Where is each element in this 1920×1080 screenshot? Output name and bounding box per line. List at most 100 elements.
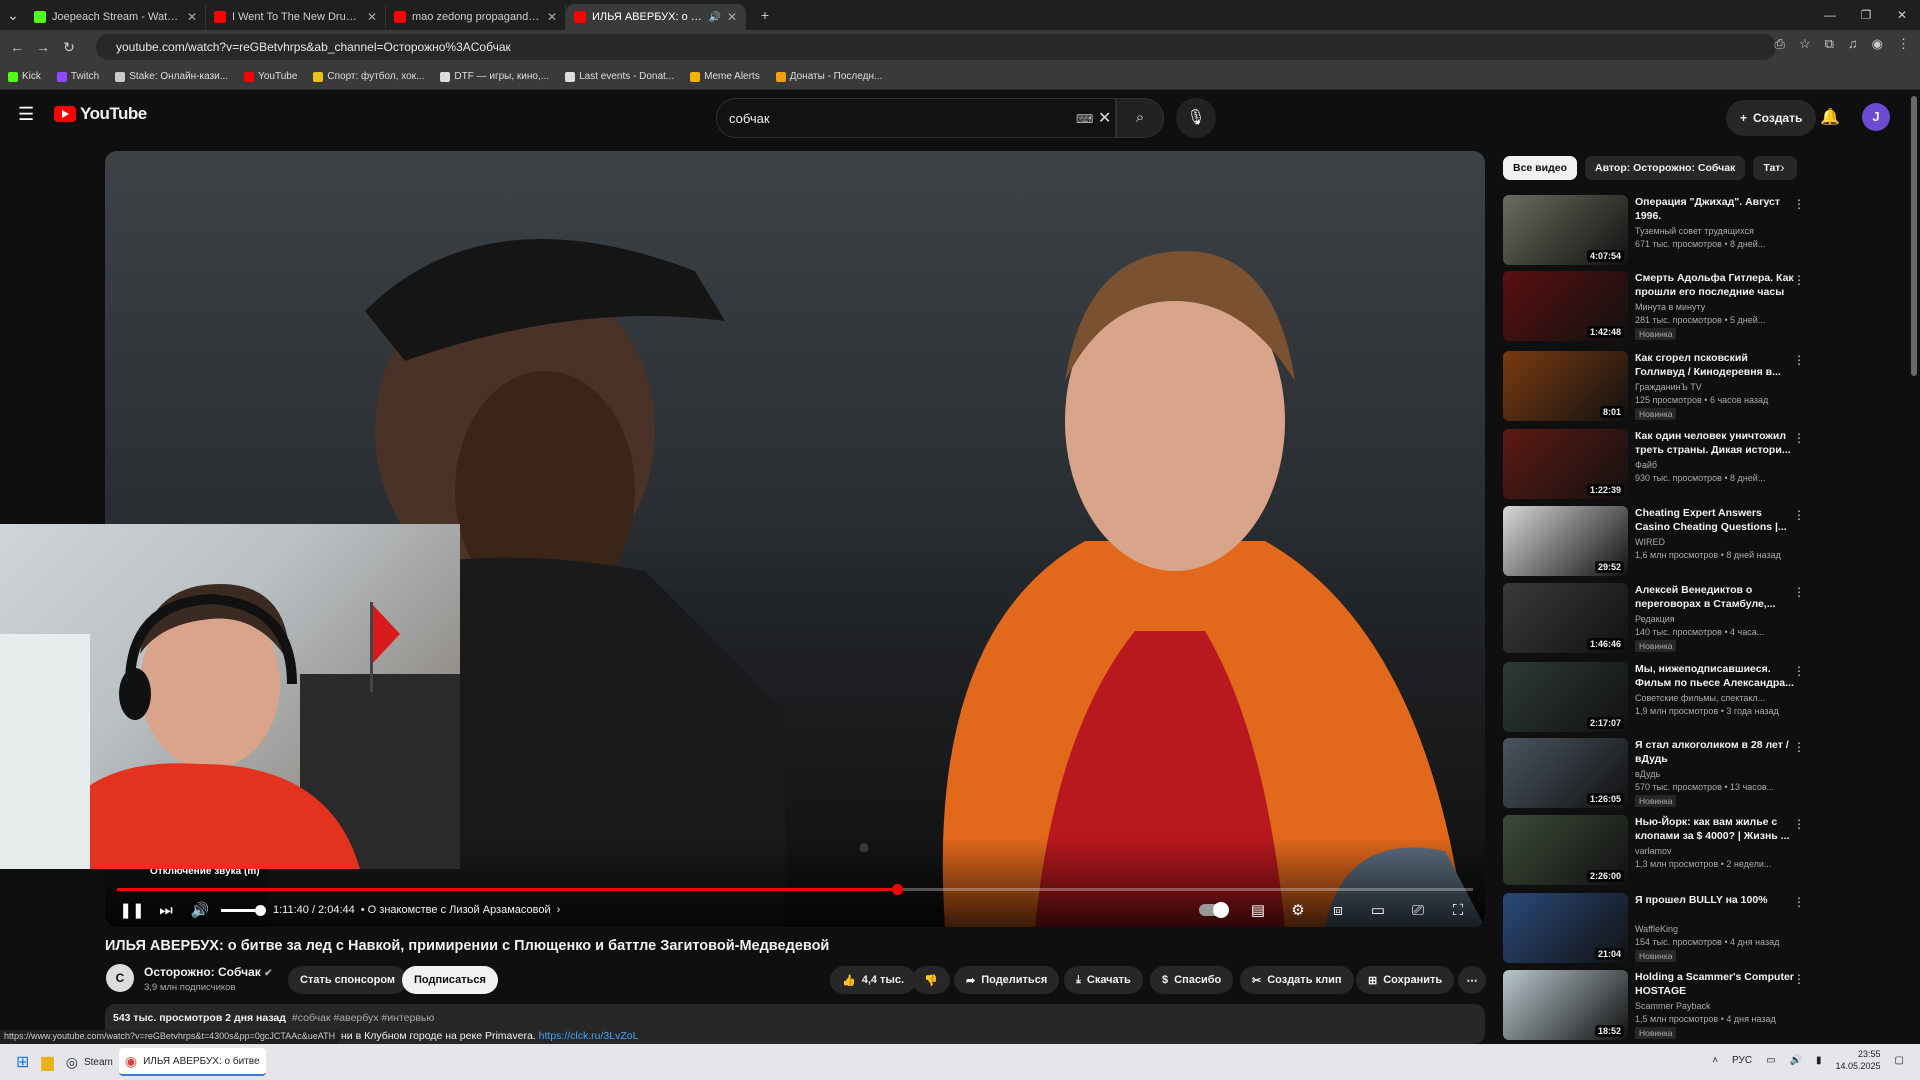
notifications-bell-icon[interactable]: 🔔: [1820, 107, 1840, 127]
browser-tab[interactable]: I Went To The New Drug Capita✕: [206, 4, 386, 30]
description-link[interactable]: https://clck.ru/3LvZoL: [539, 1030, 639, 1042]
sponsor-button[interactable]: Стать спонсором: [288, 966, 408, 994]
recommended-video[interactable]: 1:22:39 Как один человек уничтожил треть …: [1503, 429, 1903, 503]
recommended-video-title[interactable]: Операция "Джихад". Август 1996.: [1635, 195, 1795, 223]
channel-avatar[interactable]: С: [106, 964, 134, 992]
recommended-video-channel[interactable]: varlamov: [1635, 846, 1672, 856]
chip-all-videos[interactable]: Все видео: [1503, 156, 1578, 180]
more-vertical-icon[interactable]: ⋮: [1793, 817, 1805, 831]
forward-icon[interactable]: →: [30, 39, 56, 55]
search-button[interactable]: ⌕: [1116, 98, 1164, 138]
bookmark-item[interactable]: YouTube: [244, 71, 297, 82]
tab-search-icon[interactable]: ⌄: [0, 7, 26, 24]
recommended-video-title[interactable]: Cheating Expert Answers Casino Cheating …: [1635, 506, 1795, 534]
recommended-video[interactable]: 18:52 Holding a Scammer's Computer HOSTAG…: [1503, 970, 1903, 1044]
close-window-icon[interactable]: ✕: [1884, 0, 1920, 30]
recommended-video[interactable]: 1:46:46 Алексей Венедиктов о переговорах …: [1503, 583, 1903, 657]
subscribe-button[interactable]: Подписаться: [402, 966, 498, 994]
hamburger-menu-icon[interactable]: ☰: [18, 104, 34, 125]
network-icon[interactable]: ▭: [1766, 1055, 1775, 1066]
theater-mode-icon[interactable]: ▭: [1361, 901, 1395, 919]
recommended-video-title[interactable]: Я стал алкоголиком в 28 лет / вДудь: [1635, 738, 1795, 766]
fullscreen-icon[interactable]: ⛶: [1441, 902, 1475, 919]
more-vertical-icon[interactable]: ⋮: [1793, 431, 1805, 445]
more-vertical-icon[interactable]: ⋮: [1793, 664, 1805, 678]
recommended-video-channel[interactable]: Минута в минуту: [1635, 302, 1705, 312]
autoplay-toggle[interactable]: [1199, 902, 1229, 918]
thanks-button[interactable]: $ Спасибо: [1150, 966, 1234, 994]
clock[interactable]: 23:55 14.05.2025: [1836, 1048, 1881, 1072]
recommended-video-title[interactable]: Как сгорел псковский Голливуд / Кинодере…: [1635, 351, 1795, 379]
bookmark-item[interactable]: Kick: [8, 71, 41, 82]
video-thumbnail[interactable]: 1:22:39: [1503, 429, 1628, 499]
bookmark-item[interactable]: DTF — игры, кино,...: [440, 71, 549, 82]
more-vertical-icon[interactable]: ⋮: [1793, 197, 1805, 211]
recommended-video[interactable]: 1:26:05 Я стал алкоголиком в 28 лет / вДу…: [1503, 738, 1903, 812]
recommended-video-channel[interactable]: WaffleKing: [1635, 924, 1678, 934]
recommended-video[interactable]: 21:04 Я прошел BULLY на 100% WaffleKing 154…: [1503, 893, 1903, 967]
reload-icon[interactable]: ↻: [56, 39, 82, 56]
install-app-icon[interactable]: ⎙: [1775, 36, 1785, 52]
close-tab-icon[interactable]: ✕: [547, 10, 557, 24]
page-scrollbar[interactable]: [1911, 96, 1917, 376]
progress-bar[interactable]: [117, 884, 1473, 895]
taskbar-chrome[interactable]: ◉ ИЛЬЯ АВЕРБУХ: о битве: [118, 1048, 266, 1076]
bookmark-item[interactable]: Meme Alerts: [690, 71, 760, 82]
back-icon[interactable]: ←: [4, 39, 30, 55]
video-thumbnail[interactable]: 2:26:00: [1503, 815, 1628, 885]
recommended-video-channel[interactable]: Файб: [1635, 460, 1657, 470]
keyboard-icon[interactable]: ⌨: [1076, 112, 1093, 126]
volume-icon[interactable]: 🔊: [183, 901, 217, 919]
recommended-video[interactable]: 29:52 Cheating Expert Answers Casino Chea…: [1503, 506, 1903, 580]
download-button[interactable]: ⤓ Скачать: [1064, 966, 1143, 994]
recommended-video-title[interactable]: Holding a Scammer's Computer HOSTAGE: [1635, 970, 1795, 998]
menu-icon[interactable]: ⋮: [1897, 36, 1910, 52]
recommended-video-channel[interactable]: Советские фильмы, спектакл...: [1635, 693, 1765, 703]
bookmark-item[interactable]: Спорт: футбол, хок...: [313, 71, 424, 82]
more-vertical-icon[interactable]: ⋮: [1793, 972, 1805, 986]
taskbar-steam[interactable]: ◎ Steam: [60, 1048, 119, 1076]
chip-related[interactable]: Тат: [1753, 156, 1798, 180]
minimize-icon[interactable]: —: [1812, 0, 1848, 30]
more-vertical-icon[interactable]: ⋮: [1793, 740, 1805, 754]
video-thumbnail[interactable]: 1:26:05: [1503, 738, 1628, 808]
close-tab-icon[interactable]: ✕: [187, 10, 197, 24]
video-thumbnail[interactable]: 29:52: [1503, 506, 1628, 576]
browser-tab[interactable]: Joepeach Stream - Watch Live✕: [26, 4, 206, 30]
clear-search-icon[interactable]: ✕: [1098, 108, 1111, 128]
more-vertical-icon[interactable]: ⋮: [1793, 508, 1805, 522]
volume-tray-icon[interactable]: 🔊: [1790, 1055, 1802, 1066]
recommended-video-title[interactable]: Смерть Адольфа Гитлера. Как прошли его п…: [1635, 271, 1795, 299]
share-button[interactable]: ➦ Поделиться: [954, 966, 1060, 994]
browser-tab[interactable]: mao zedong propaganda music✕: [386, 4, 566, 30]
start-button[interactable]: ⊞: [10, 1048, 35, 1076]
recommended-video-title[interactable]: Как один человек уничтожил треть страны.…: [1635, 429, 1795, 457]
battery-icon[interactable]: ▮: [1816, 1055, 1822, 1066]
channel-name[interactable]: Осторожно: Собчак ✔: [144, 965, 272, 979]
browser-tab-active[interactable]: ИЛЬЯ АВЕРБУХ: о битве за🔊✕: [566, 4, 746, 30]
close-tab-icon[interactable]: ✕: [727, 10, 737, 24]
recommended-video[interactable]: 4:07:54 Операция "Джихад". Август 1996. Ту…: [1503, 195, 1903, 269]
video-thumbnail[interactable]: 8:01: [1503, 351, 1628, 421]
video-thumbnail[interactable]: 2:17:07: [1503, 662, 1628, 732]
profile-icon[interactable]: ◉: [1872, 36, 1883, 52]
video-thumbnail[interactable]: 18:52: [1503, 970, 1628, 1040]
recommended-video[interactable]: 2:17:07 Мы, нижеподписавшиеся. Фильм по п…: [1503, 662, 1903, 736]
restore-icon[interactable]: ❐: [1848, 0, 1884, 30]
recommended-video-title[interactable]: Алексей Венедиктов о переговорах в Стамб…: [1635, 583, 1795, 611]
more-actions-button[interactable]: ⋯: [1458, 966, 1486, 994]
bookmark-item[interactable]: Twitch: [56, 71, 99, 82]
recommended-video-channel[interactable]: вДудь: [1635, 769, 1660, 779]
save-button[interactable]: ⊞ Сохранить: [1356, 966, 1455, 994]
next-icon[interactable]: ⏭: [149, 902, 183, 919]
bookmark-item[interactable]: Stake: Онлайн-кази...: [115, 71, 228, 82]
cast-icon[interactable]: ⎚: [1401, 902, 1435, 919]
bookmark-item[interactable]: Last events - Donat...: [565, 71, 674, 82]
video-thumbnail[interactable]: 1:42:48: [1503, 271, 1628, 341]
subtitles-icon[interactable]: ▤: [1241, 901, 1275, 919]
more-vertical-icon[interactable]: ⋮: [1793, 895, 1805, 909]
create-button[interactable]: + Создать: [1726, 100, 1817, 136]
recommended-video-title[interactable]: Я прошел BULLY на 100%: [1635, 893, 1795, 921]
chip-author[interactable]: Автор: Осторожно: Собчак: [1585, 156, 1746, 180]
address-bar[interactable]: youtube.com/watch?v=reGBetvhrps&ab_chann…: [96, 34, 1776, 60]
